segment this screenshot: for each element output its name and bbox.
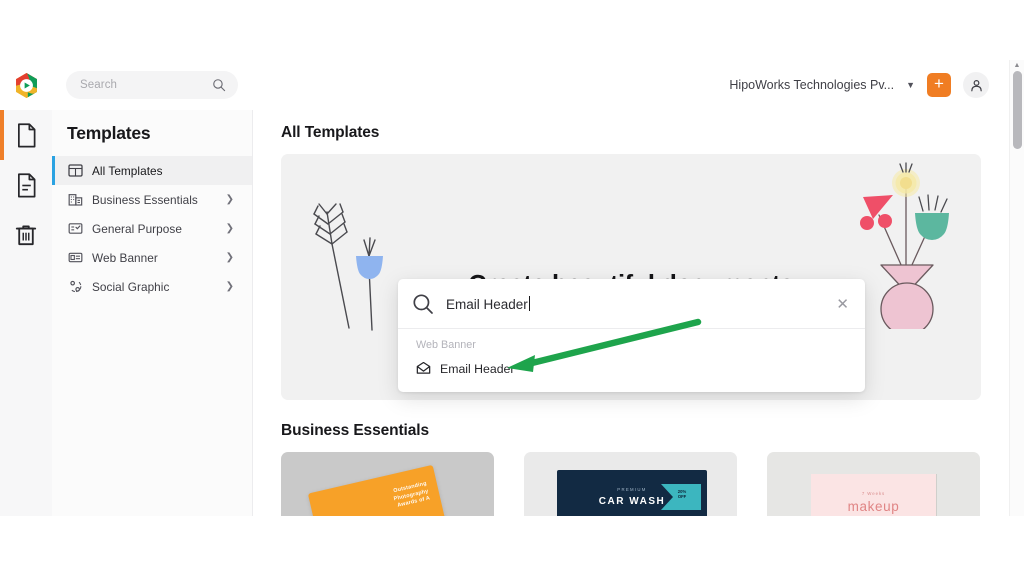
search-results-list: Web Banner Email Header	[398, 329, 865, 392]
document-lines-icon	[16, 173, 37, 198]
grid-layout-icon	[67, 163, 83, 179]
plus-icon: +	[934, 74, 944, 93]
close-icon[interactable]: ✕	[834, 295, 851, 313]
create-new-button[interactable]: +	[927, 73, 951, 97]
hexagon-play-logo-icon	[13, 72, 40, 99]
search-icon	[412, 293, 434, 315]
makeup-thumbnail: 7 Weeks makeup ARTISTRY	[811, 474, 937, 516]
top-bar: Search HipoWorks Technologies Pv... ▼ +	[0, 60, 1009, 110]
template-card[interactable]: 7 Weeks makeup ARTISTRY	[767, 452, 980, 516]
orange-flyer-thumbnail: Outstanding Photography Awards of A	[308, 465, 454, 516]
template-card[interactable]: Outstanding Photography Awards of A	[281, 452, 494, 516]
sidebar-title: Templates	[52, 110, 252, 156]
rail-item-documents[interactable]	[0, 110, 52, 160]
search-result-item-email-header[interactable]: Email Header	[398, 360, 865, 378]
organization-name[interactable]: HipoWorks Technologies Pv...	[729, 78, 894, 92]
chevron-right-icon: ❯	[226, 223, 234, 234]
account-area: HipoWorks Technologies Pv... ▼ +	[729, 72, 1009, 98]
search-result-label: Email Header	[440, 362, 515, 376]
templates-sidebar: Templates All Templates	[52, 110, 253, 516]
search-overlay-panel: Email Header ✕ Web Banner Email Header	[398, 279, 865, 392]
search-icon	[212, 78, 226, 92]
text-caret	[529, 296, 530, 311]
search-input-row[interactable]: Email Header ✕	[398, 279, 865, 328]
rail-item-templates[interactable]	[0, 160, 52, 210]
caret-up-icon[interactable]: ▲	[1010, 60, 1024, 69]
user-avatar-button[interactable]	[963, 72, 989, 98]
chevron-down-icon[interactable]: ▼	[906, 80, 915, 90]
user-icon	[969, 78, 984, 93]
building-icon	[67, 192, 83, 208]
icon-rail	[0, 110, 52, 516]
car-wash-thumbnail: PREMIUM CAR WASH 20% OFF	[557, 470, 707, 516]
document-icon	[16, 123, 37, 148]
search-input-value: Email Header	[446, 297, 528, 312]
sidebar-item-label: Business Essentials	[92, 193, 198, 207]
envelope-icon	[416, 362, 431, 377]
ribbon-line: OFF	[667, 494, 697, 499]
chevron-right-icon: ❯	[226, 194, 234, 205]
page-title: All Templates	[253, 110, 1009, 142]
template-card[interactable]: PREMIUM CAR WASH 20% OFF	[524, 452, 737, 516]
sidebar-item-web-banner[interactable]: Web Banner ❯	[52, 243, 252, 272]
social-users-icon	[67, 279, 83, 295]
trash-icon	[15, 223, 37, 247]
chevron-right-icon: ❯	[226, 281, 234, 292]
makeup-kicker: 7 Weeks	[811, 491, 936, 496]
checklist-icon	[67, 221, 83, 237]
sidebar-item-label: Web Banner	[92, 251, 158, 265]
vertical-scrollbar[interactable]: ▲	[1009, 60, 1024, 516]
search-input[interactable]: Email Header	[446, 296, 834, 312]
chevron-right-icon: ❯	[226, 252, 234, 263]
makeup-title: makeup	[811, 499, 936, 514]
sidebar-item-label: All Templates	[92, 164, 163, 178]
sidebar-item-general-purpose[interactable]: General Purpose ❯	[52, 214, 252, 243]
sidebar-item-business-essentials[interactable]: Business Essentials ❯	[52, 185, 252, 214]
app-logo[interactable]	[0, 72, 52, 99]
rail-item-trash[interactable]	[0, 210, 52, 260]
scrollbar-thumb[interactable]	[1013, 71, 1022, 149]
template-card-grid: Outstanding Photography Awards of A PREM…	[281, 452, 1009, 516]
result-group-label: Web Banner	[398, 339, 865, 360]
global-search-box[interactable]: Search	[66, 71, 238, 99]
sidebar-item-label: General Purpose	[92, 222, 182, 236]
banner-icon	[67, 250, 83, 266]
sidebar-item-all-templates[interactable]: All Templates	[52, 156, 252, 185]
business-essentials-heading: Business Essentials	[253, 400, 1009, 440]
sidebar-item-label: Social Graphic	[92, 280, 169, 294]
global-search-placeholder: Search	[80, 79, 212, 91]
app-screen: Search HipoWorks Technologies Pv... ▼ +	[0, 0, 1024, 576]
sidebar-item-social-graphic[interactable]: Social Graphic ❯	[52, 272, 252, 301]
